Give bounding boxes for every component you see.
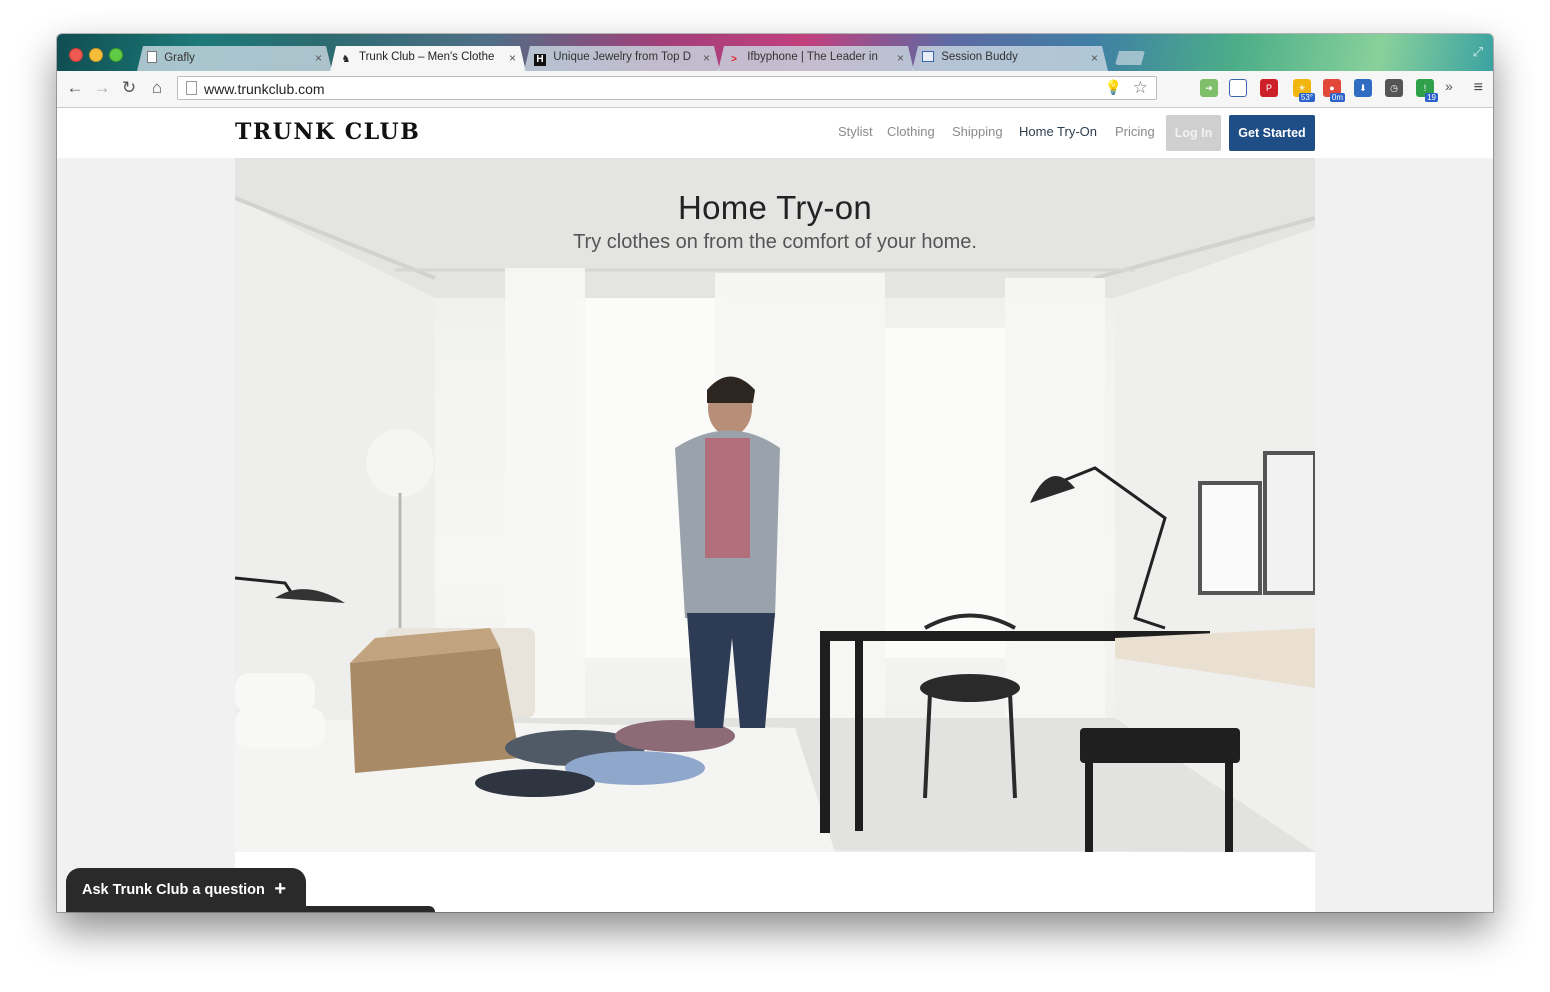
ask-widget-tail xyxy=(297,906,435,912)
plus-icon[interactable]: + xyxy=(274,878,286,901)
minimize-window-button[interactable] xyxy=(89,48,103,62)
new-tab-button[interactable] xyxy=(1115,51,1145,65)
nav-clothing[interactable]: Clothing xyxy=(887,124,935,139)
login-button[interactable]: Log In xyxy=(1166,115,1221,151)
extension-badge: 0m xyxy=(1329,93,1345,102)
close-tab-icon[interactable]: × xyxy=(897,51,904,65)
session-buddy-icon xyxy=(922,51,934,62)
tab-title: Grafly xyxy=(164,52,195,64)
tab-jewelry[interactable]: H Unique Jewelry from Top D × xyxy=(524,46,720,71)
tab-title: Session Buddy xyxy=(941,51,1018,63)
tab-title: Unique Jewelry from Top D xyxy=(553,51,692,63)
menu-icon[interactable]: ≡ xyxy=(1474,79,1483,97)
browser-toolbar: ← → ↻ ⌂ www.trunkclub.com 💡 ☆ ➜ P ☀ 53° ● 0m… xyxy=(57,71,1493,108)
nav-shipping[interactable]: Shipping xyxy=(952,124,1003,139)
share-icon[interactable]: ➜ xyxy=(1200,79,1218,97)
nav-pricing[interactable]: Pricing xyxy=(1115,124,1155,139)
fullscreen-icon[interactable]: ⤢ xyxy=(1473,44,1483,60)
download-icon[interactable]: ⬇ xyxy=(1354,79,1372,97)
history-icon[interactable]: ◷ xyxy=(1385,79,1403,97)
address-bar[interactable]: www.trunkclub.com 💡 ☆ xyxy=(177,76,1157,100)
hero-photo xyxy=(235,158,1315,852)
session-buddy-ext-icon[interactable] xyxy=(1229,79,1247,97)
close-tab-icon[interactable]: × xyxy=(1091,51,1098,65)
back-icon[interactable]: ← xyxy=(65,79,85,97)
tab-trunk-club[interactable]: ♞ Trunk Club – Men's Clothe × xyxy=(330,46,526,72)
reload-icon[interactable]: ↻ xyxy=(119,79,139,97)
get-started-button[interactable]: Get Started xyxy=(1229,115,1315,151)
nav-home-try-on[interactable]: Home Try-On xyxy=(1019,124,1097,139)
nav-stylist[interactable]: Stylist xyxy=(838,124,873,139)
tab-grafly[interactable]: Grafly × xyxy=(137,46,332,71)
tracker-icon[interactable]: ! 19 xyxy=(1416,79,1438,102)
close-tab-icon[interactable]: × xyxy=(703,51,710,65)
tab-session-buddy[interactable]: Session Buddy × xyxy=(912,46,1108,71)
ifbyphone-icon: > xyxy=(731,54,737,65)
weather-icon[interactable]: ☀ 53° xyxy=(1293,79,1315,102)
url-text[interactable]: www.trunkclub.com xyxy=(204,81,325,97)
forward-icon[interactable]: → xyxy=(92,79,112,97)
document-icon xyxy=(147,51,157,63)
extension-badge: 19 xyxy=(1425,93,1438,102)
close-tab-icon[interactable]: × xyxy=(509,51,516,65)
trunk-club-icon: ♞ xyxy=(341,54,351,65)
zoom-window-button[interactable] xyxy=(109,48,123,62)
extensions-overflow-icon[interactable]: » xyxy=(1445,78,1453,94)
ask-question-widget[interactable]: Ask Trunk Club a question + xyxy=(66,868,306,912)
hero-subtitle: Try clothes on from the comfort of your … xyxy=(573,231,977,253)
extension-badge: 53° xyxy=(1298,93,1315,102)
tab-title: Ifbyphone | The Leader in xyxy=(747,51,878,63)
hero-section: Home Try-on Try clothes on from the comf… xyxy=(235,158,1315,852)
trunk-club-logo[interactable]: TRUNK CLUB xyxy=(235,119,420,145)
home-icon[interactable]: ⌂ xyxy=(147,79,167,97)
page-icon xyxy=(186,81,197,95)
site-header: TRUNK CLUB Stylist Clothing Shipping Hom… xyxy=(57,108,1493,158)
lightbulb-icon[interactable]: 💡 xyxy=(1105,79,1122,96)
hero-title: Home Try-on xyxy=(677,189,873,226)
tab-title: Trunk Club – Men's Clothe xyxy=(359,51,495,63)
web-page: TRUNK CLUB Stylist Clothing Shipping Hom… xyxy=(57,108,1493,912)
h-logo-icon: H xyxy=(534,54,546,66)
tab-ifbyphone[interactable]: > Ifbyphone | The Leader in × xyxy=(718,46,914,71)
content-area xyxy=(235,852,1315,912)
bookmark-star-icon[interactable]: ☆ xyxy=(1133,78,1148,98)
ask-question-label: Ask Trunk Club a question xyxy=(82,882,265,898)
pinterest-icon[interactable]: P xyxy=(1260,79,1278,97)
close-window-button[interactable] xyxy=(69,48,83,62)
tab-strip: Grafly × ♞ Trunk Club – Men's Clothe × H… xyxy=(57,34,1493,71)
browser-window: Grafly × ♞ Trunk Club – Men's Clothe × H… xyxy=(57,34,1493,912)
close-tab-icon[interactable]: × xyxy=(315,51,322,65)
timer-icon[interactable]: ● 0m xyxy=(1323,79,1345,102)
